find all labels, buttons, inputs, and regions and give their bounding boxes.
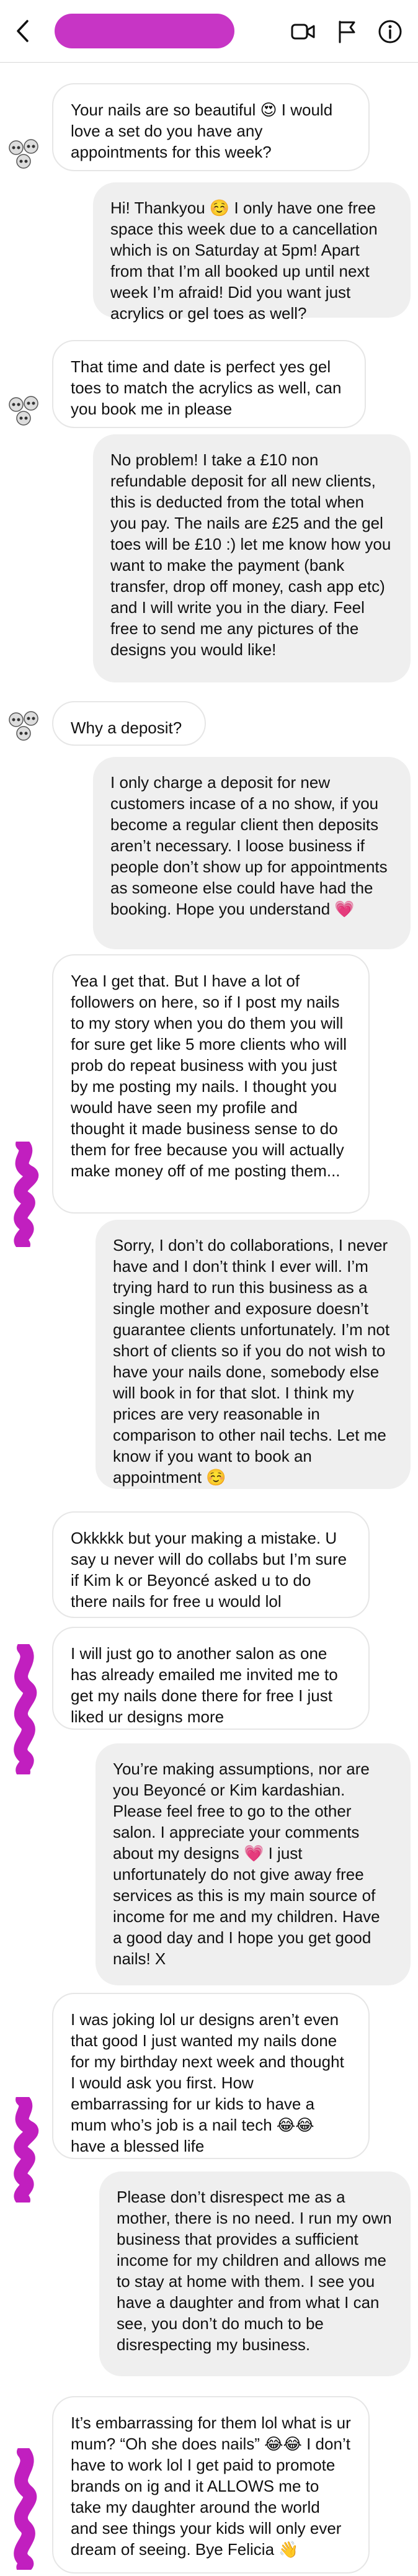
info-icon[interactable] <box>377 19 403 45</box>
chat-header <box>0 0 418 63</box>
message-bubble-sent: Hi! Thankyou ☺️ I only have one free spa… <box>93 182 411 323</box>
redacted-username[interactable] <box>55 14 234 48</box>
video-camera-icon[interactable] <box>290 19 316 45</box>
redacted-avatar-scribble <box>14 1142 39 1247</box>
message-bubble-sent: Sorry, I don’t do collaborations, I neve… <box>96 1220 411 1489</box>
message-bubble-received: Why a deposit? <box>52 701 206 746</box>
message-bubble-received: Your nails are so beautiful 😍 I would lo… <box>52 83 370 171</box>
avatar-skulls-icon[interactable] <box>6 135 46 175</box>
redacted-avatar-scribble <box>14 1644 37 1774</box>
redacted-avatar-scribble <box>14 2448 37 2570</box>
message-bubble-received: Okkkkk but your making a mistake. U say … <box>52 1511 370 1618</box>
message-bubble-received: That time and date is perfect yes gel to… <box>52 340 366 428</box>
message-bubble-sent: Please don’t disrespect me as a mother, … <box>99 2171 411 2376</box>
message-bubble-received: Yea I get that. But I have a lot of foll… <box>52 954 370 1214</box>
message-bubble-received: I will just go to another salon as one h… <box>52 1627 370 1730</box>
chevron-left-icon[interactable] <box>10 17 35 45</box>
avatar-skulls-icon[interactable] <box>6 392 46 432</box>
message-bubble-received: It’s embarrassing for them lol what is u… <box>52 2396 370 2574</box>
message-bubble-sent: I only charge a deposit for new customer… <box>93 757 411 949</box>
message-bubble-received: I was joking lol ur designs aren’t even … <box>52 1993 370 2159</box>
avatar-skulls-icon[interactable] <box>6 707 46 747</box>
redacted-avatar-scribble <box>14 2097 39 2203</box>
message-bubble-sent: You’re making assumptions, nor are you B… <box>96 1743 411 1985</box>
message-bubble-sent: No problem! I take a £10 non refundable … <box>93 434 411 682</box>
flag-icon[interactable] <box>334 19 360 45</box>
